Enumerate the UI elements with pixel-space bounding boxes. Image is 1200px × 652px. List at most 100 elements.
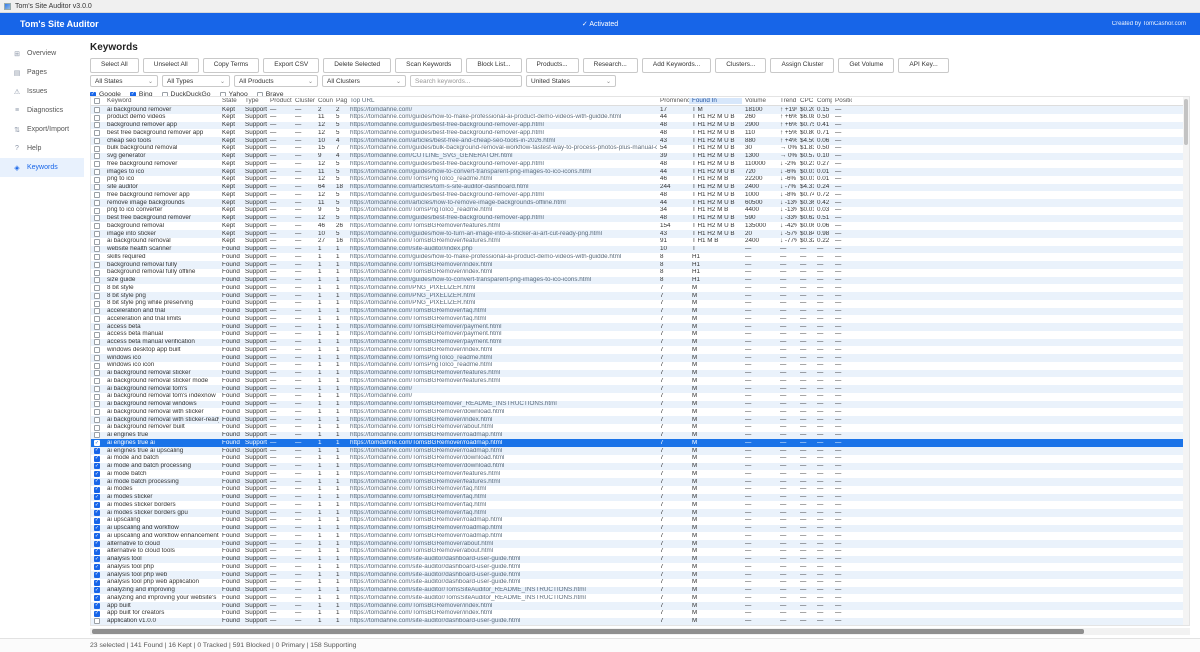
column-header-found-in[interactable]: Found In [689,98,742,104]
table-row[interactable]: free background remover appKeptSupportin… [91,191,1189,199]
row-checkbox-icon[interactable]: ✓ [94,556,100,562]
row-checkbox-icon[interactable] [94,339,100,345]
row-checkbox-icon[interactable]: ✓ [94,510,100,516]
table-row[interactable]: ✓ai engines true aiFoundSupporting——11ht… [91,439,1189,447]
table-row[interactable]: application v1.0.0FoundSupporting——11htt… [91,618,1189,626]
row-checkbox-icon[interactable]: ✓ [94,479,100,485]
table-row[interactable]: ai engines trueFoundSupporting——11https:… [91,432,1189,440]
table-row[interactable]: ✓ai mode and batch processingFoundSuppor… [91,463,1189,471]
row-checkbox-icon[interactable]: ✓ [94,541,100,547]
row-checkbox-icon[interactable] [94,215,100,221]
table-row[interactable]: windows ico iconFoundSupporting——11https… [91,362,1189,370]
row-checkbox-icon[interactable]: ✓ [94,518,100,524]
sidebar-item-help[interactable]: ?Help [0,139,84,158]
header-select-all-cell[interactable] [91,98,104,104]
table-row[interactable]: ai background removerKeptSupporting——22h… [91,106,1189,114]
table-row[interactable]: application v1.0.0 this guideFoundSuppor… [91,625,1189,626]
row-checkbox-icon[interactable] [94,316,100,322]
table-row[interactable]: skills requiredFoundSupporting——11https:… [91,253,1189,261]
table-row[interactable]: ai background removal stickerFoundSuppor… [91,370,1189,378]
row-checkbox-icon[interactable]: ✓ [94,533,100,539]
table-row[interactable]: ✓analyzing and improving your website'sF… [91,594,1189,602]
table-row[interactable]: ai background removalKeptSupporting——271… [91,238,1189,246]
row-checkbox-icon[interactable]: ✓ [94,456,100,462]
table-row[interactable]: best free background removerKeptSupporti… [91,215,1189,223]
table-row[interactable]: 8 bit styleFoundSupporting——11https://to… [91,284,1189,292]
table-row[interactable]: ✓ai mode batch processingFoundSupporting… [91,478,1189,486]
table-row[interactable]: ai background removal tom'sFoundSupporti… [91,385,1189,393]
table-row[interactable]: svg generatorKeptSupporting——94https://t… [91,153,1189,161]
row-checkbox-icon[interactable] [94,378,100,384]
row-checkbox-icon[interactable] [94,301,100,307]
table-row[interactable]: ✓ai modesFoundSupporting——11https://tomd… [91,486,1189,494]
row-checkbox-icon[interactable] [94,169,100,175]
vertical-scrollbar[interactable] [1183,97,1189,625]
table-row[interactable]: 8 bit style png while preservingFoundSup… [91,300,1189,308]
row-checkbox-icon[interactable] [94,115,100,121]
scan-keywords-button[interactable]: Scan Keywords [395,58,462,73]
row-checkbox-icon[interactable] [94,270,100,276]
all-types-select[interactable]: All Types⌄ [162,75,230,87]
row-checkbox-icon[interactable] [94,277,100,283]
all-products-select[interactable]: All Products⌄ [234,75,318,87]
column-header-pages[interactable]: Pages [333,98,347,104]
table-row[interactable]: background removal fullyFoundSupporting—… [91,261,1189,269]
row-checkbox-icon[interactable] [94,254,100,260]
table-row[interactable]: 8 bit style pngFoundSupporting——11https:… [91,292,1189,300]
row-checkbox-icon[interactable] [94,432,100,438]
table-row[interactable]: ai background removal windowsFoundSuppor… [91,401,1189,409]
table-row[interactable]: ✓ai upscalingFoundSupporting——11https://… [91,517,1189,525]
table-row[interactable]: free background removerKeptSupporting——1… [91,160,1189,168]
table-row[interactable]: remove image backgroundsKeptSupporting——… [91,199,1189,207]
column-header-product[interactable]: Product [267,98,292,104]
table-row[interactable]: access beta manualFoundSupporting——11htt… [91,331,1189,339]
row-checkbox-icon[interactable] [94,355,100,361]
row-checkbox-icon[interactable] [94,370,100,376]
row-checkbox-icon[interactable] [94,246,100,252]
row-checkbox-icon[interactable] [94,239,100,245]
row-checkbox-icon[interactable]: ✓ [94,572,100,578]
vertical-scrollbar-thumb[interactable] [1184,99,1188,145]
row-checkbox-icon[interactable]: ✓ [94,525,100,531]
row-checkbox-icon[interactable] [94,417,100,423]
row-checkbox-icon[interactable] [94,425,100,431]
column-header-position[interactable]: Position [832,98,852,104]
row-checkbox-icon[interactable] [94,332,100,338]
sidebar-item-keywords[interactable]: ◈Keywords [0,158,84,177]
table-row[interactable]: windows icoFoundSupporting——11https://to… [91,354,1189,362]
row-checkbox-icon[interactable] [94,308,100,314]
sidebar-item-export-import[interactable]: ⇅Export/Import [0,120,84,139]
add-keywords-button[interactable]: Add Keywords... [642,58,711,73]
table-row[interactable]: ✓ai upscaling and workflowFoundSupportin… [91,525,1189,533]
table-row[interactable]: access beta manual verificationFoundSupp… [91,339,1189,347]
row-checkbox-icon[interactable] [94,138,100,144]
row-checkbox-icon[interactable]: ✓ [94,440,100,446]
row-checkbox-icon[interactable] [94,231,100,237]
table-row[interactable]: ✓ai upscaling and workflow enhancementsF… [91,532,1189,540]
table-row[interactable]: ✓ai mode batchFoundSupporting——11https:/… [91,470,1189,478]
header-checkbox-icon[interactable] [94,98,100,104]
row-checkbox-icon[interactable] [94,409,100,415]
table-row[interactable]: acceleration and trial limitsFoundSuppor… [91,315,1189,323]
row-checkbox-icon[interactable] [94,401,100,407]
table-row[interactable]: ai background removal sticker modeFoundS… [91,377,1189,385]
row-checkbox-icon[interactable]: ✓ [94,471,100,477]
select-all-button[interactable]: Select All [90,58,139,73]
row-checkbox-icon[interactable]: ✓ [94,603,100,609]
table-row[interactable]: website health scannerFoundSupporting——1… [91,246,1189,254]
row-checkbox-icon[interactable] [94,177,100,183]
table-row[interactable]: ai background remover builtFoundSupporti… [91,424,1189,432]
table-row[interactable]: ✓ai modes sticker bordersFoundSupporting… [91,501,1189,509]
row-checkbox-icon[interactable]: ✓ [94,611,100,617]
table-row[interactable]: image into stickerKeptSupporting——105htt… [91,230,1189,238]
row-checkbox-icon[interactable]: ✓ [94,463,100,469]
sidebar-item-overview[interactable]: ⊞Overview [0,44,84,63]
column-header-count[interactable]: Count [315,98,333,104]
unselect-all-button[interactable]: Unselect All [143,58,199,73]
row-checkbox-icon[interactable] [94,394,100,400]
row-checkbox-icon[interactable] [94,208,100,214]
row-checkbox-icon[interactable] [94,347,100,353]
table-row[interactable]: product demo videosKeptSupporting——115ht… [91,114,1189,122]
column-header-trend[interactable]: Trend [777,98,797,104]
copy-terms-button[interactable]: Copy Terms [203,58,260,73]
